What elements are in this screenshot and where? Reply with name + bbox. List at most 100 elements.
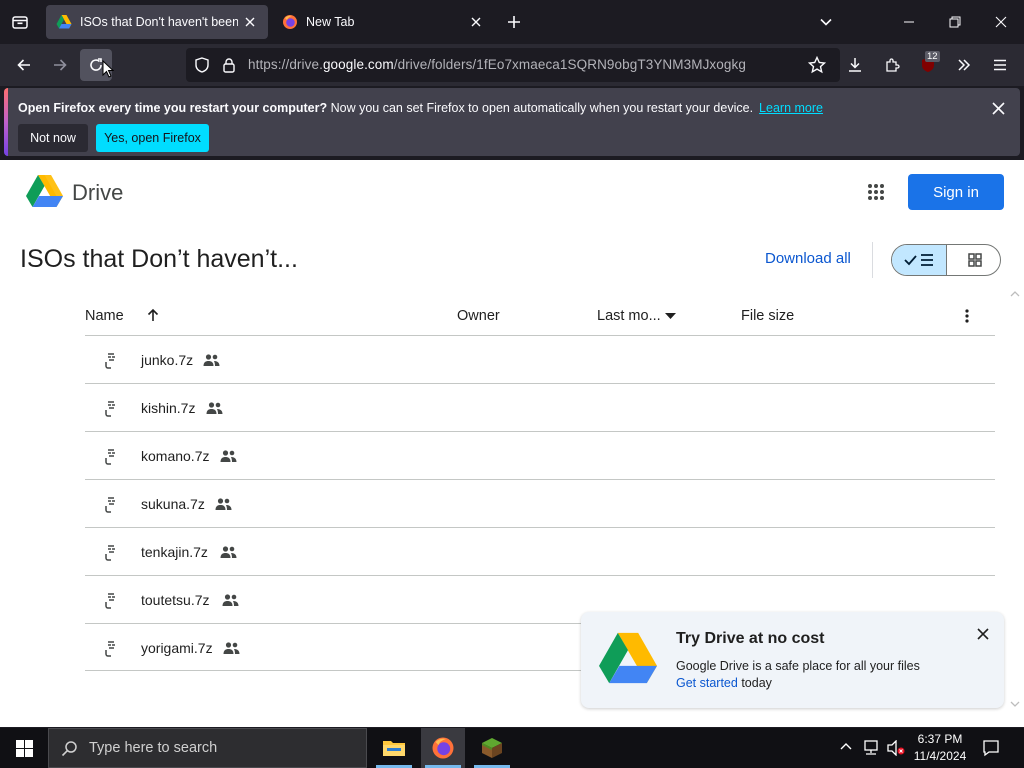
file-name[interactable]: kishin.7z	[141, 400, 195, 416]
column-header-last-modified[interactable]: Last mo...	[597, 308, 661, 324]
taskbar-firefox[interactable]	[421, 728, 465, 768]
notification-bold-text: Open Firefox every time you restart your…	[18, 101, 328, 115]
notification-bar: Open Firefox every time you restart your…	[4, 88, 1020, 156]
shared-people-icon	[215, 498, 232, 510]
google-apps-button[interactable]	[862, 178, 890, 206]
grass-block-icon	[482, 738, 502, 758]
taskbar: Type here to search 6:37 PM 11/4/2024	[0, 728, 1024, 768]
more-options-icon[interactable]	[960, 308, 974, 324]
archive-file-icon	[105, 545, 115, 561]
notification-center-icon[interactable]	[982, 739, 1000, 757]
column-header-name[interactable]: Name	[85, 308, 124, 324]
notification-message: Open Firefox every time you restart your…	[18, 101, 823, 115]
tab-list-icon	[12, 16, 28, 29]
get-started-link[interactable]: Get started	[676, 676, 738, 690]
lock-icon[interactable]	[222, 57, 236, 73]
url-path: /drive/folders/1fEo7xmaeca1SQRN9obgT3YNM…	[393, 57, 746, 72]
app-menu-button[interactable]	[984, 49, 1016, 81]
close-tab-icon[interactable]	[238, 10, 262, 34]
file-name[interactable]: tenkajin.7z	[141, 544, 208, 560]
scroll-up-arrow-icon[interactable]	[1010, 290, 1020, 298]
back-button[interactable]	[8, 49, 40, 81]
close-icon	[977, 628, 989, 640]
taskbar-file-explorer[interactable]	[372, 728, 416, 768]
shared-people-icon	[203, 354, 220, 366]
promo-title: Try Drive at no cost	[676, 630, 825, 647]
archive-file-icon	[105, 497, 115, 513]
tracking-protection-shield-icon[interactable]	[194, 57, 210, 73]
restore-icon	[949, 16, 961, 28]
downloads-button[interactable]	[839, 49, 871, 81]
drive-logo-text[interactable]: Drive	[72, 180, 123, 206]
more-tools-button[interactable]	[948, 49, 980, 81]
list-view-button[interactable]	[892, 245, 947, 275]
notification-text: Now you can set Firefox to open automati…	[330, 101, 754, 115]
url-bar[interactable]: https://drive.google.com/drive/folders/1…	[186, 48, 840, 82]
list-all-tabs-button[interactable]	[6, 8, 34, 36]
file-name[interactable]: yorigami.7z	[141, 640, 213, 656]
bookmark-star-icon[interactable]	[808, 56, 826, 74]
file-name[interactable]: komano.7z	[141, 448, 209, 464]
apps-grid-icon	[868, 184, 884, 200]
file-name[interactable]: toutetsu.7z	[141, 592, 210, 608]
url-host: google.com	[322, 57, 394, 72]
table-row[interactable]: kishin.7z	[85, 383, 995, 431]
tab-overflow-button[interactable]	[812, 8, 840, 36]
sort-ascending-arrow-icon[interactable]	[146, 308, 160, 322]
try-drive-promo-card: Try Drive at no cost Google Drive is a s…	[581, 612, 1004, 708]
show-hidden-icons-chevron-icon[interactable]	[840, 742, 852, 752]
mouse-cursor-icon	[102, 60, 114, 78]
taskbar-search-box[interactable]: Type here to search	[48, 728, 367, 768]
taskbar-clock[interactable]: 6:37 PM 11/4/2024	[908, 731, 972, 765]
sign-in-button[interactable]: Sign in	[908, 174, 1004, 210]
minimize-button[interactable]	[886, 0, 932, 44]
extensions-button[interactable]	[876, 49, 908, 81]
restore-button[interactable]	[932, 0, 978, 44]
view-toggle	[891, 244, 1001, 276]
column-header-owner[interactable]: Owner	[457, 308, 500, 324]
table-row[interactable]: tenkajin.7z	[85, 527, 995, 575]
close-icon	[995, 16, 1007, 28]
file-name[interactable]: junko.7z	[141, 352, 193, 368]
close-promo-button[interactable]	[973, 624, 993, 644]
folder-title: ISOs that Don’t haven’t...	[20, 245, 298, 273]
tab-drive[interactable]: ISOs that Don't haven't been up	[46, 5, 268, 39]
archive-file-icon	[105, 449, 115, 465]
archive-file-icon	[105, 353, 115, 369]
not-now-button[interactable]: Not now	[18, 124, 88, 152]
url-text[interactable]: https://drive.google.com/drive/folders/1…	[248, 57, 746, 72]
start-button[interactable]	[0, 728, 48, 768]
search-icon	[61, 741, 77, 757]
column-header-file-size[interactable]: File size	[741, 308, 794, 324]
firefox-favicon-icon	[283, 15, 297, 29]
puzzle-icon	[886, 58, 900, 72]
promo-suffix: today	[741, 676, 772, 690]
download-all-button[interactable]: Download all	[765, 250, 851, 267]
shared-people-icon	[220, 546, 237, 558]
extension-badge: 12	[925, 51, 940, 62]
scroll-down-arrow-icon[interactable]	[1010, 700, 1020, 708]
google-drive-logo-icon[interactable]	[26, 175, 63, 207]
ublock-extension-button[interactable]: 12	[912, 49, 944, 81]
taskbar-minecraft[interactable]	[470, 728, 514, 768]
volume-muted-icon[interactable]	[886, 740, 906, 756]
learn-more-link[interactable]: Learn more	[759, 101, 823, 115]
close-notification-button[interactable]	[986, 96, 1010, 120]
shared-people-icon	[220, 450, 237, 462]
tab-title: ISOs that Don't haven't been up	[80, 15, 238, 29]
close-tab-icon[interactable]	[464, 10, 488, 34]
table-row[interactable]: junko.7z	[85, 335, 995, 383]
grid-view-button[interactable]	[947, 245, 1000, 275]
close-window-button[interactable]	[978, 0, 1024, 44]
dropdown-arrow-icon[interactable]	[665, 313, 676, 320]
download-icon	[849, 58, 861, 72]
network-icon[interactable]	[862, 740, 880, 756]
table-row[interactable]: sukuna.7z	[85, 479, 995, 527]
archive-file-icon	[105, 641, 115, 657]
forward-button[interactable]	[44, 49, 76, 81]
file-name[interactable]: sukuna.7z	[141, 496, 205, 512]
table-row[interactable]: komano.7z	[85, 431, 995, 479]
tab-new-tab[interactable]: New Tab	[272, 5, 494, 39]
yes-open-firefox-button[interactable]: Yes, open Firefox	[96, 124, 209, 152]
new-tab-button[interactable]	[500, 8, 528, 36]
